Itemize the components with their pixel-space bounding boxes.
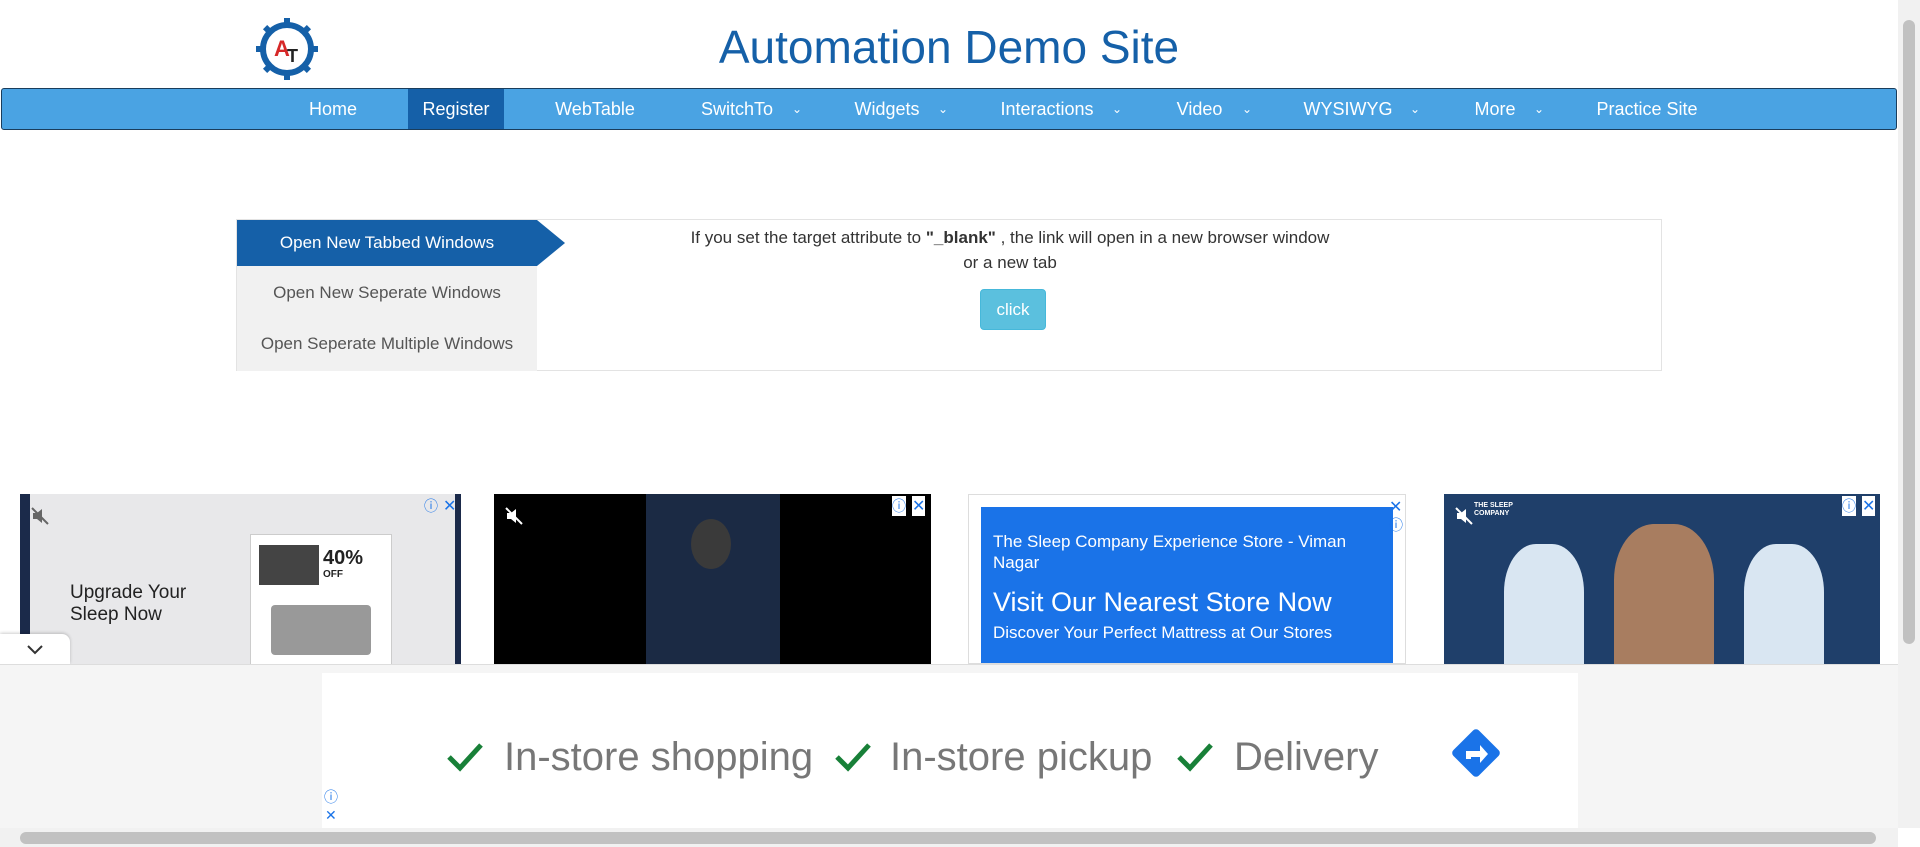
mute-icon[interactable] <box>1454 506 1474 526</box>
directions-icon[interactable] <box>1446 723 1506 783</box>
nav-interactions[interactable]: Interactions <box>997 89 1097 129</box>
page-title: Automation Demo Site <box>718 21 1180 73</box>
chevron-down-icon: ⌄ <box>1242 102 1253 116</box>
check-icon <box>835 743 871 772</box>
ad-close-icon[interactable]: ✕ <box>1389 497 1402 517</box>
ad3-sub: Discover Your Perfect Mattress at Our St… <box>993 623 1333 642</box>
check-icon <box>1177 743 1213 772</box>
ad3-title: The Sleep Company Experience Store - Vim… <box>993 532 1347 572</box>
feature-in-store-pickup: In-store pickup <box>890 735 1153 779</box>
ad-info-icon[interactable]: ⓘ <box>1389 515 1403 535</box>
ad-banner-1[interactable]: Upgrade Your Sleep Now 40% OFF ⓘ ✕ <box>20 494 461 664</box>
feature-delivery: Delivery <box>1234 735 1379 779</box>
ad1-bed-image <box>271 605 371 655</box>
ad-close-icon[interactable]: ✕ <box>1862 496 1876 516</box>
tab-open-seperate-multiple-windows[interactable]: Open Seperate Multiple Windows <box>237 321 537 367</box>
nav-practice-site[interactable]: Practice Site <box>1592 89 1702 129</box>
ad2-video-frame <box>646 494 780 664</box>
desc-text-2: , the link will open in a new browser wi… <box>995 228 1330 247</box>
ad4-person <box>1614 524 1714 664</box>
ad-close-icon[interactable]: ✕ <box>912 496 926 516</box>
nav-more[interactable]: More <box>1470 89 1520 129</box>
ad-info-icon[interactable]: ⓘ <box>1842 496 1856 516</box>
feature-in-store-shopping: In-store shopping <box>504 735 814 779</box>
windows-tab-list: Open New Tabbed Windows Open New Seperat… <box>237 220 537 371</box>
chevron-down-icon: ⌄ <box>1410 102 1421 116</box>
nav-switchto[interactable]: SwitchTo <box>692 89 782 129</box>
chevron-down-icon: ⌄ <box>1112 102 1123 116</box>
tab-open-new-tabbed-windows[interactable]: Open New Tabbed Windows <box>237 220 537 266</box>
ad1-product: 40% OFF <box>250 534 392 664</box>
nav-widgets[interactable]: Widgets <box>847 89 927 129</box>
ad1-promo-sub: OFF <box>323 569 343 580</box>
ad-close-icon[interactable]: ✕ <box>443 496 456 516</box>
ad4-person-right <box>1744 544 1824 664</box>
main-navbar: Home Register WebTable SwitchTo ⌄ Widget… <box>1 88 1897 130</box>
ad3-headline: Visit Our Nearest Store Now <box>993 587 1332 617</box>
bottom-anchor-ad[interactable]: In-store shopping In-store pickup Delive… <box>0 664 1898 829</box>
chevron-down-icon: ⌄ <box>1534 102 1545 116</box>
ad-banner-2[interactable]: ⓘ ✕ <box>494 494 931 664</box>
nav-home[interactable]: Home <box>294 89 372 129</box>
collapse-ad-button[interactable] <box>0 634 70 664</box>
horizontal-scrollbar-thumb[interactable] <box>20 832 1876 844</box>
ad1-product-image <box>259 545 319 585</box>
ad1-promo: 40% <box>323 547 364 569</box>
tab-open-new-seperate-windows[interactable]: Open New Seperate Windows <box>237 270 537 316</box>
nav-register[interactable]: Register <box>408 89 504 129</box>
ad1-text: Upgrade Your Sleep Now <box>70 582 187 625</box>
ad3-card: The Sleep Company Experience Store - Vim… <box>981 507 1393 663</box>
ad-info-icon[interactable]: ⓘ <box>324 787 338 807</box>
check-icon <box>447 743 483 772</box>
ad-banner-3[interactable]: The Sleep Company Experience Store - Vim… <box>968 494 1406 664</box>
desc-bold: "_blank" <box>925 228 996 247</box>
bottom-ad-content: In-store shopping In-store pickup Delive… <box>322 673 1578 829</box>
ad-banner-4[interactable]: THE SLEEP COMPANY ⓘ ✕ <box>1444 494 1880 664</box>
ad-info-icon[interactable]: ⓘ <box>892 496 906 516</box>
chevron-down-icon: ⌄ <box>938 102 949 116</box>
ad-info-icon[interactable]: ⓘ <box>424 496 438 516</box>
nav-video[interactable]: Video <box>1172 89 1227 129</box>
tab-description: If you set the target attribute to "_bla… <box>660 225 1360 275</box>
chevron-down-icon: ⌄ <box>792 102 803 116</box>
nav-webtable[interactable]: WebTable <box>547 89 643 129</box>
desc-text-3: or a new tab <box>963 253 1057 272</box>
ad-close-icon[interactable]: ✕ <box>325 807 337 824</box>
desc-text-1: If you set the target attribute to <box>690 228 926 247</box>
ad4-brand: THE SLEEP COMPANY <box>1474 502 1513 517</box>
ad2-person <box>691 519 731 569</box>
nav-wysiwyg[interactable]: WYSIWYG <box>1302 89 1394 129</box>
mute-icon[interactable] <box>504 506 524 526</box>
ad4-person-left <box>1504 544 1584 664</box>
chevron-down-icon <box>27 645 43 655</box>
click-button[interactable]: click <box>980 289 1046 330</box>
active-tab-arrow <box>537 220 565 266</box>
vertical-scrollbar-thumb[interactable] <box>1903 20 1915 644</box>
mute-icon[interactable] <box>30 506 50 526</box>
